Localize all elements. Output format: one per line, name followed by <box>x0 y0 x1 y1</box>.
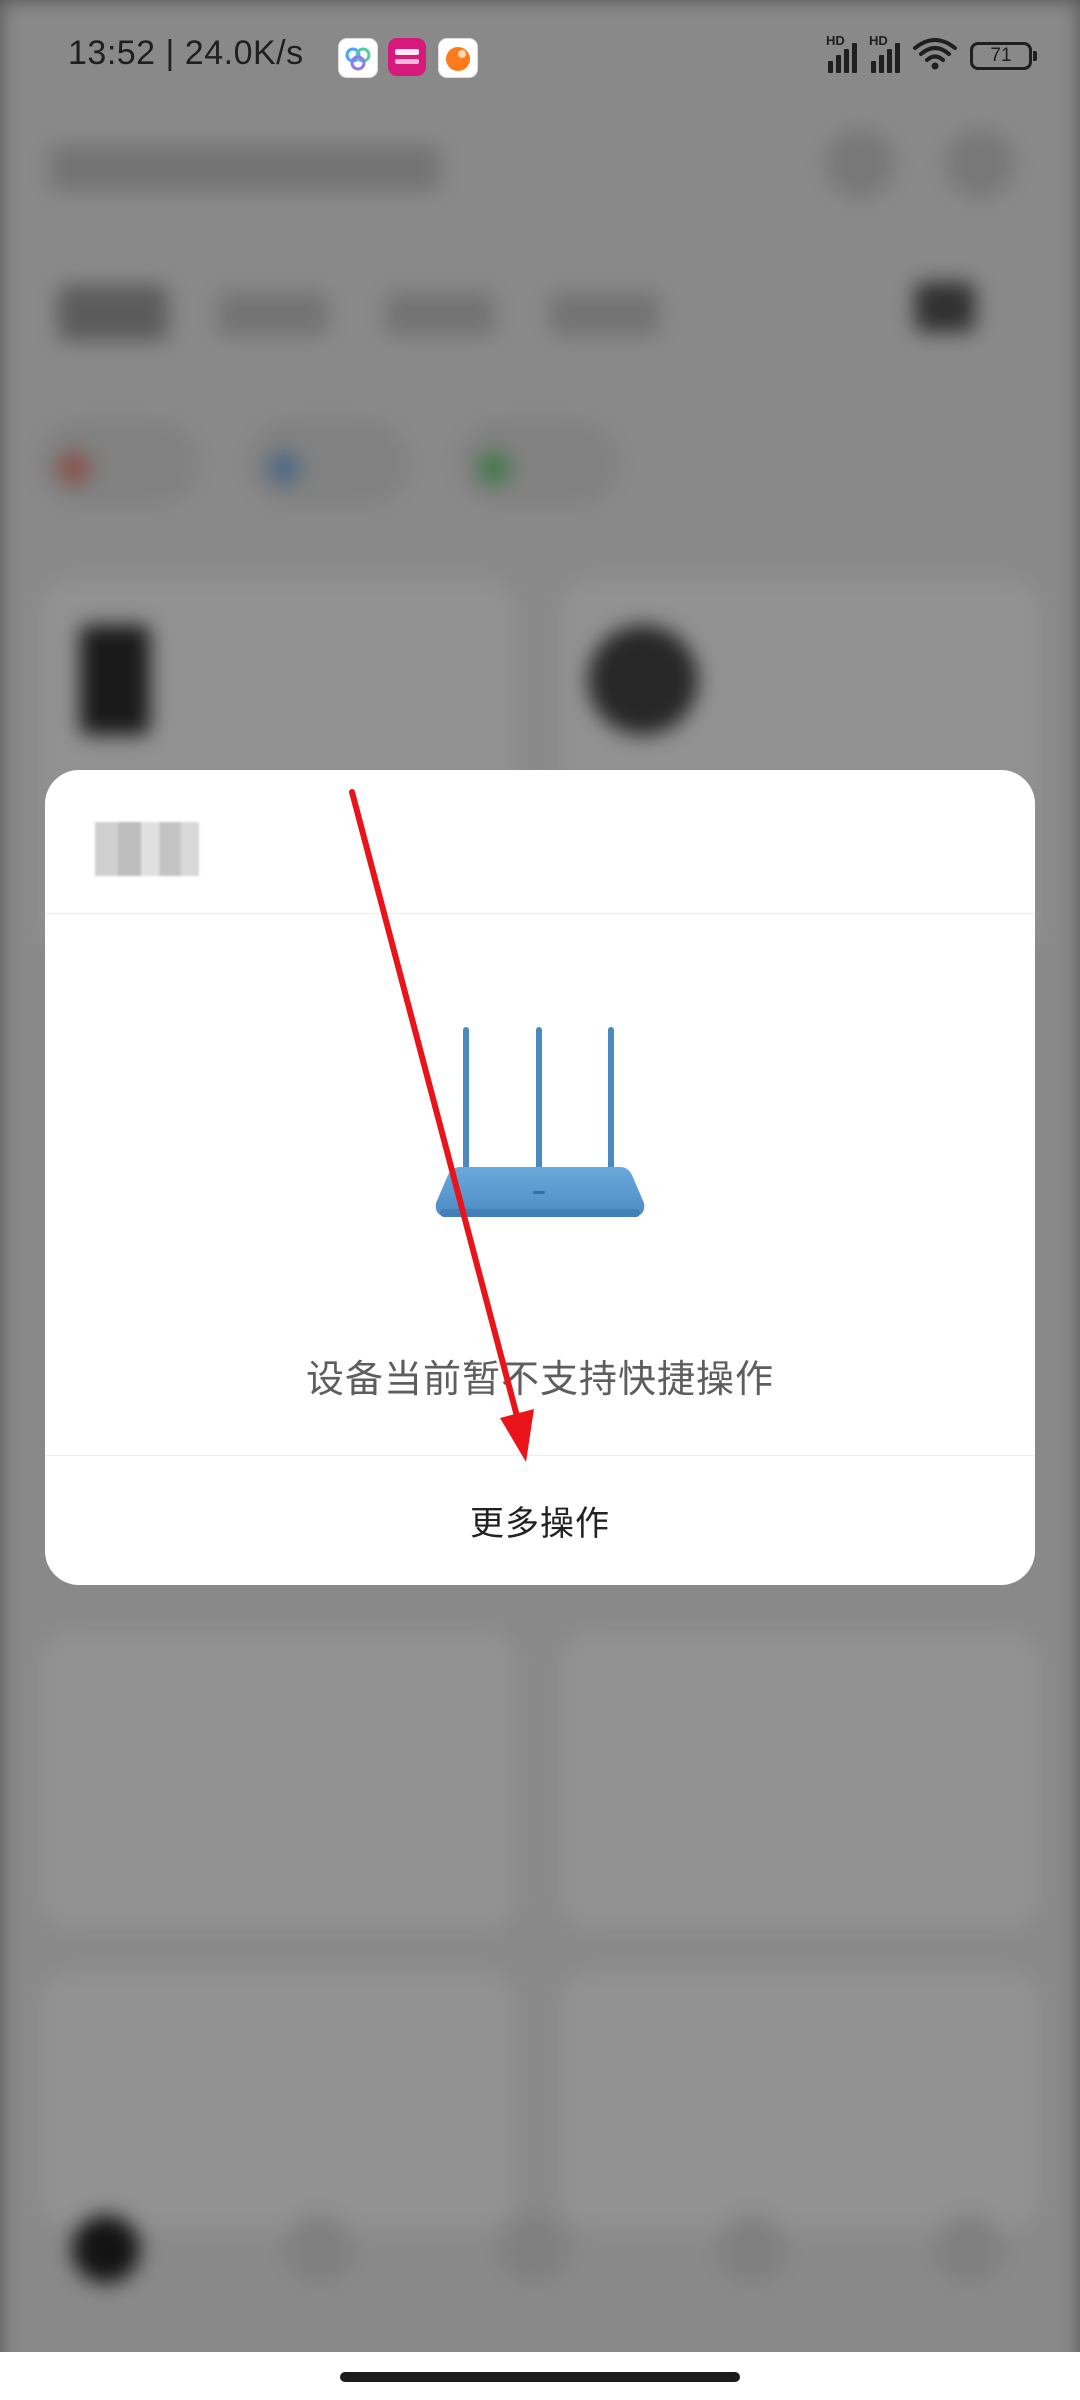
vipshop-app-icon <box>388 38 426 76</box>
signal-icon: HD <box>826 33 857 73</box>
network-type-label: HD <box>869 33 888 48</box>
orange-app-icon <box>438 38 478 78</box>
screen: 13:52 | 24.0K/s HD HD 71 设备当前暂不支持快捷操作 更多… <box>0 0 1080 2400</box>
device-name-redacted <box>95 822 199 876</box>
dialog-header <box>45 770 1035 914</box>
router-icon <box>435 1027 645 1217</box>
more-actions-button[interactable]: 更多操作 <box>45 1456 1035 1585</box>
battery-icon: 71 <box>970 42 1037 70</box>
home-indicator[interactable] <box>340 2372 740 2382</box>
unsupported-message: 设备当前暂不支持快捷操作 <box>305 1357 774 1401</box>
network-type-label: HD <box>826 33 845 48</box>
cloud-app-icon <box>338 38 378 78</box>
status-bar: 13:52 | 24.0K/s HD HD 71 <box>0 0 1080 120</box>
status-icons: HD HD 71 <box>826 33 1037 76</box>
signal-icon: HD <box>869 33 900 73</box>
wifi-icon <box>912 36 958 76</box>
status-time: 13:52 | 24.0K/s <box>68 34 304 72</box>
device-quick-action-dialog: 设备当前暂不支持快捷操作 更多操作 <box>45 770 1035 1585</box>
